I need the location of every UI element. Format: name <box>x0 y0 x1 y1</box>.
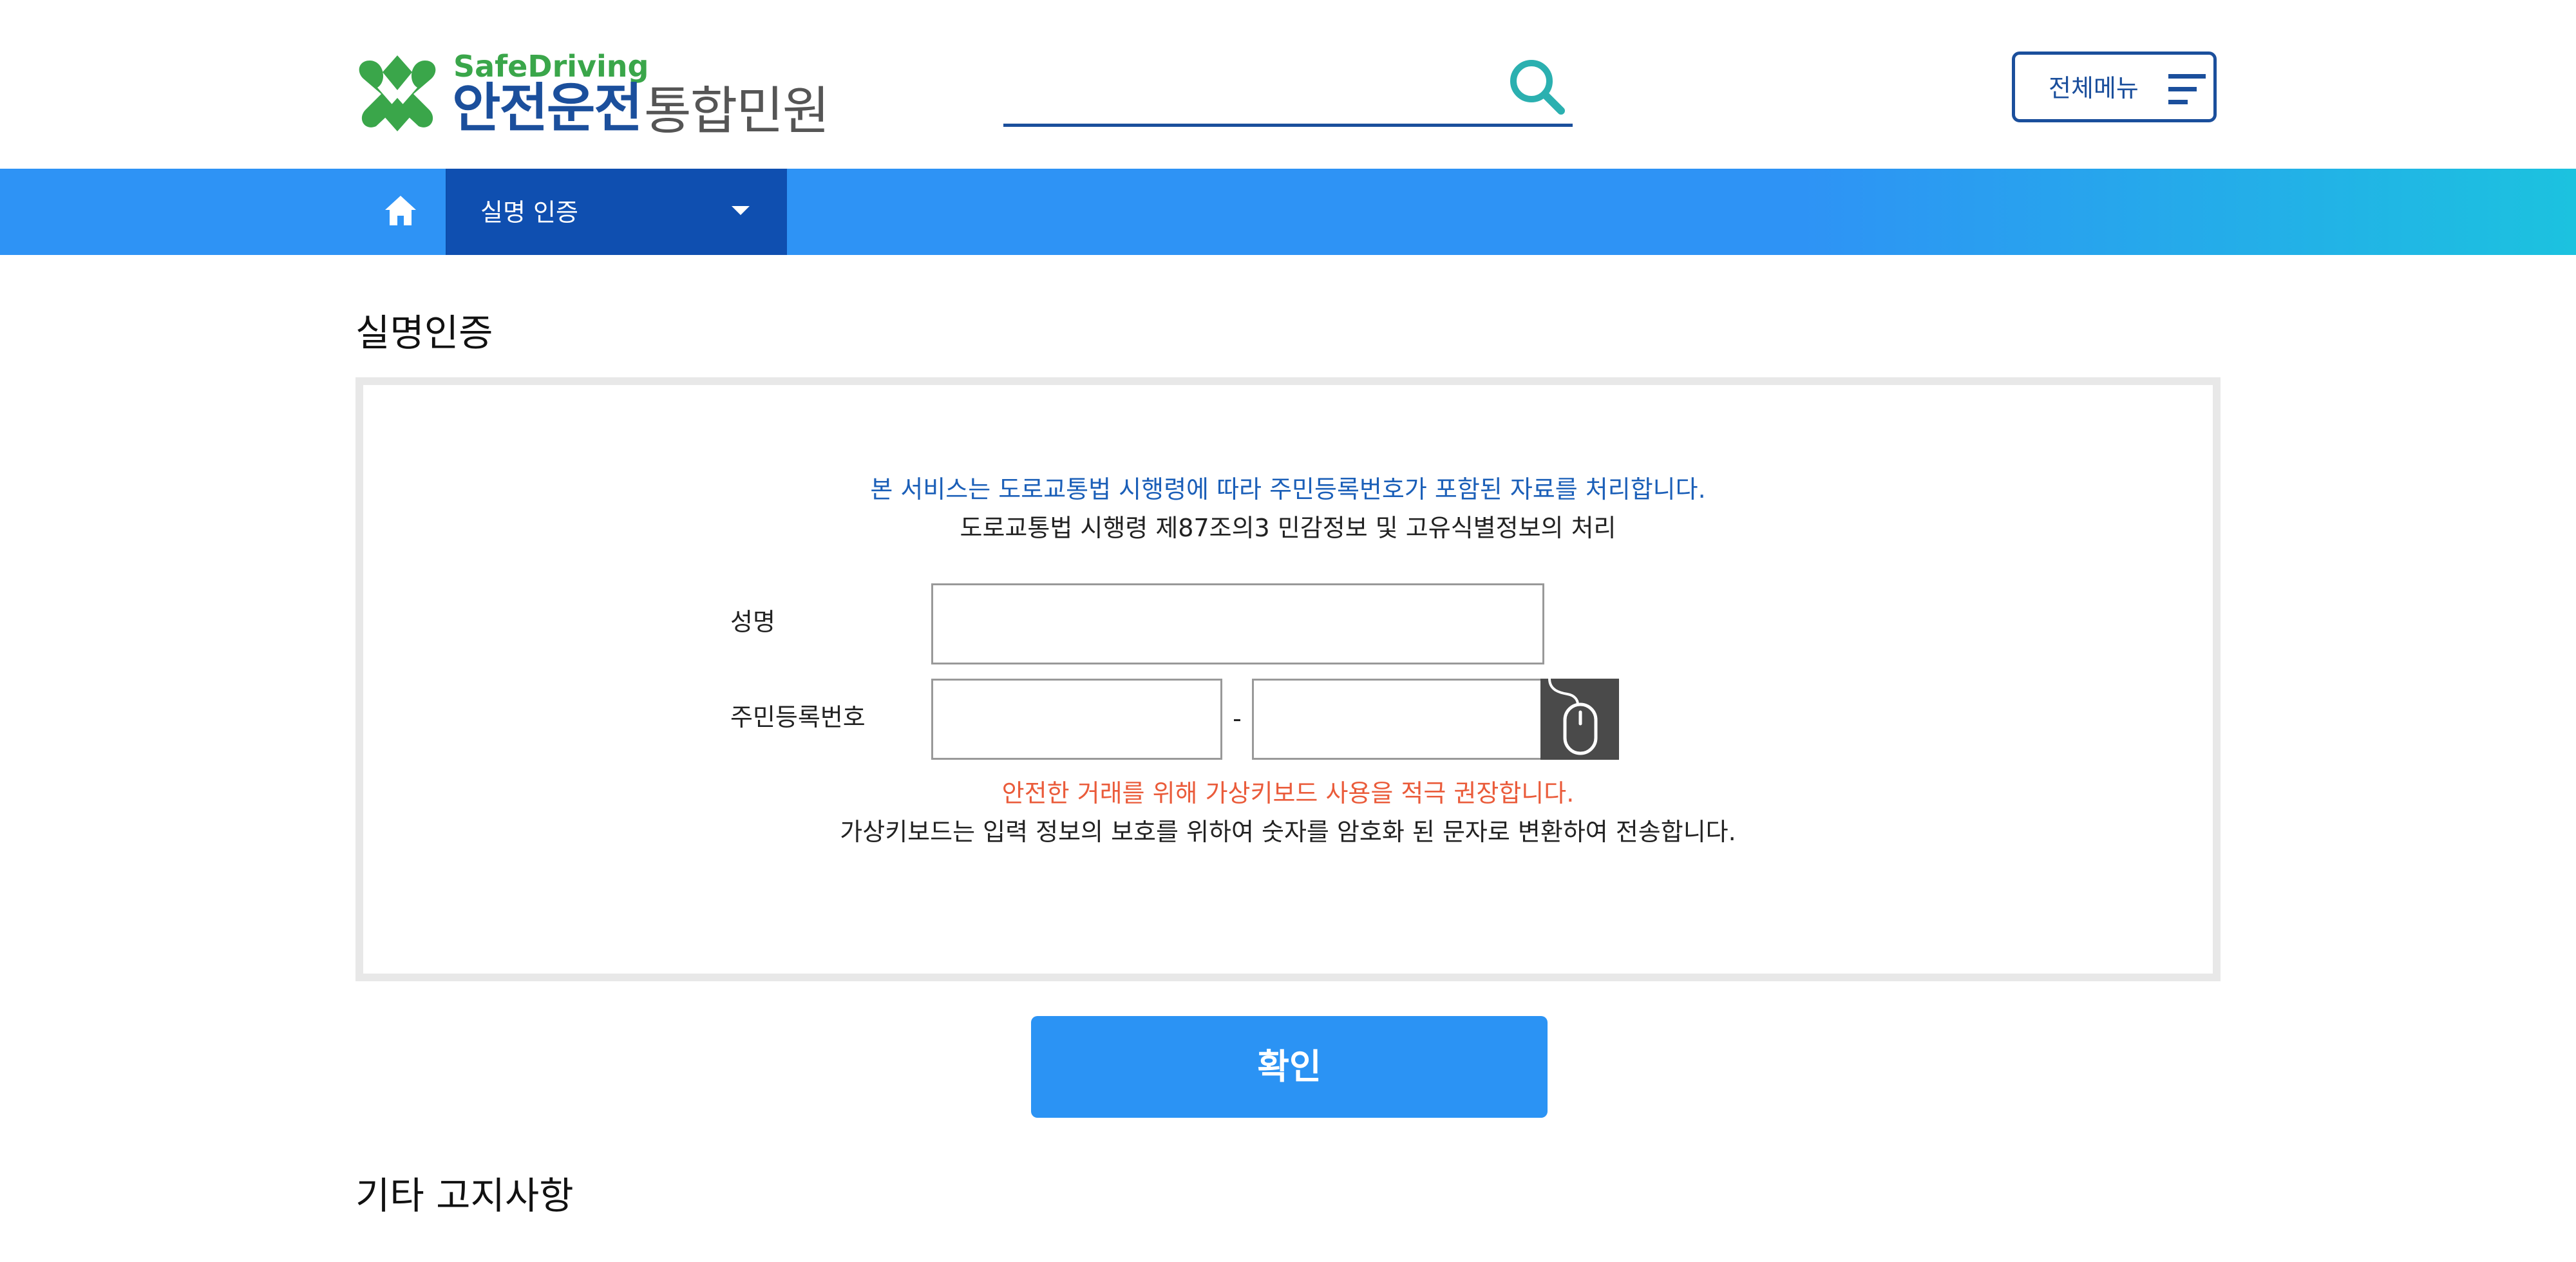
chevron-down-icon <box>732 206 750 215</box>
hamburger-icon <box>2168 74 2206 104</box>
confirm-button[interactable]: 확인 <box>1031 1016 1548 1118</box>
home-button[interactable] <box>355 169 446 255</box>
rrn-label: 주민등록번호 <box>730 703 866 731</box>
search-input[interactable] <box>1003 64 1495 111</box>
vkbd-info: 가상키보드는 입력 정보의 보호를 위하여 숫자를 암호화 된 문자로 변환하여… <box>840 818 1736 846</box>
name-label: 성명 <box>730 608 775 636</box>
other-notices-title: 기타 고지사항 <box>355 1174 574 1218</box>
rrn-separator: - <box>1233 704 1242 733</box>
mouse-icon <box>1548 678 1598 755</box>
law-reference: 도로교통법 시행령 제87조의3 민감정보 및 고유식별정보의 처리 <box>960 514 1616 542</box>
logo-title: 안전운전 <box>452 78 643 139</box>
all-menu-button[interactable]: 전체메뉴 <box>2012 52 2217 122</box>
vkbd-warning: 안전한 거래를 위해 가상키보드 사용을 적극 권장합니다. <box>1001 779 1575 807</box>
search-button[interactable] <box>1506 55 1567 117</box>
clover-logo-icon <box>359 55 436 131</box>
page-title: 실명인증 <box>355 311 493 355</box>
site-logo[interactable]: SafeDriving 안전운전 통합민원 <box>355 50 829 140</box>
rrn-front-input[interactable] <box>931 679 1222 760</box>
home-icon <box>385 196 416 225</box>
breadcrumb-dropdown[interactable]: 실명 인증 <box>447 169 787 255</box>
search-icon <box>1510 60 1565 115</box>
confirm-label: 확인 <box>1257 1046 1321 1087</box>
virtual-keyboard-button[interactable] <box>1540 678 1619 760</box>
name-input[interactable] <box>931 583 1544 664</box>
rrn-back-input[interactable] <box>1252 679 1543 760</box>
search-bar <box>1003 52 1573 127</box>
all-menu-label: 전체메뉴 <box>2049 74 2139 102</box>
breadcrumb-label: 실명 인증 <box>480 198 578 227</box>
logo-suffix: 통합민원 <box>644 81 829 141</box>
service-notice: 본 서비스는 도로교통법 시행령에 따라 주민등록번호가 포함된 자료를 처리합… <box>870 475 1706 504</box>
